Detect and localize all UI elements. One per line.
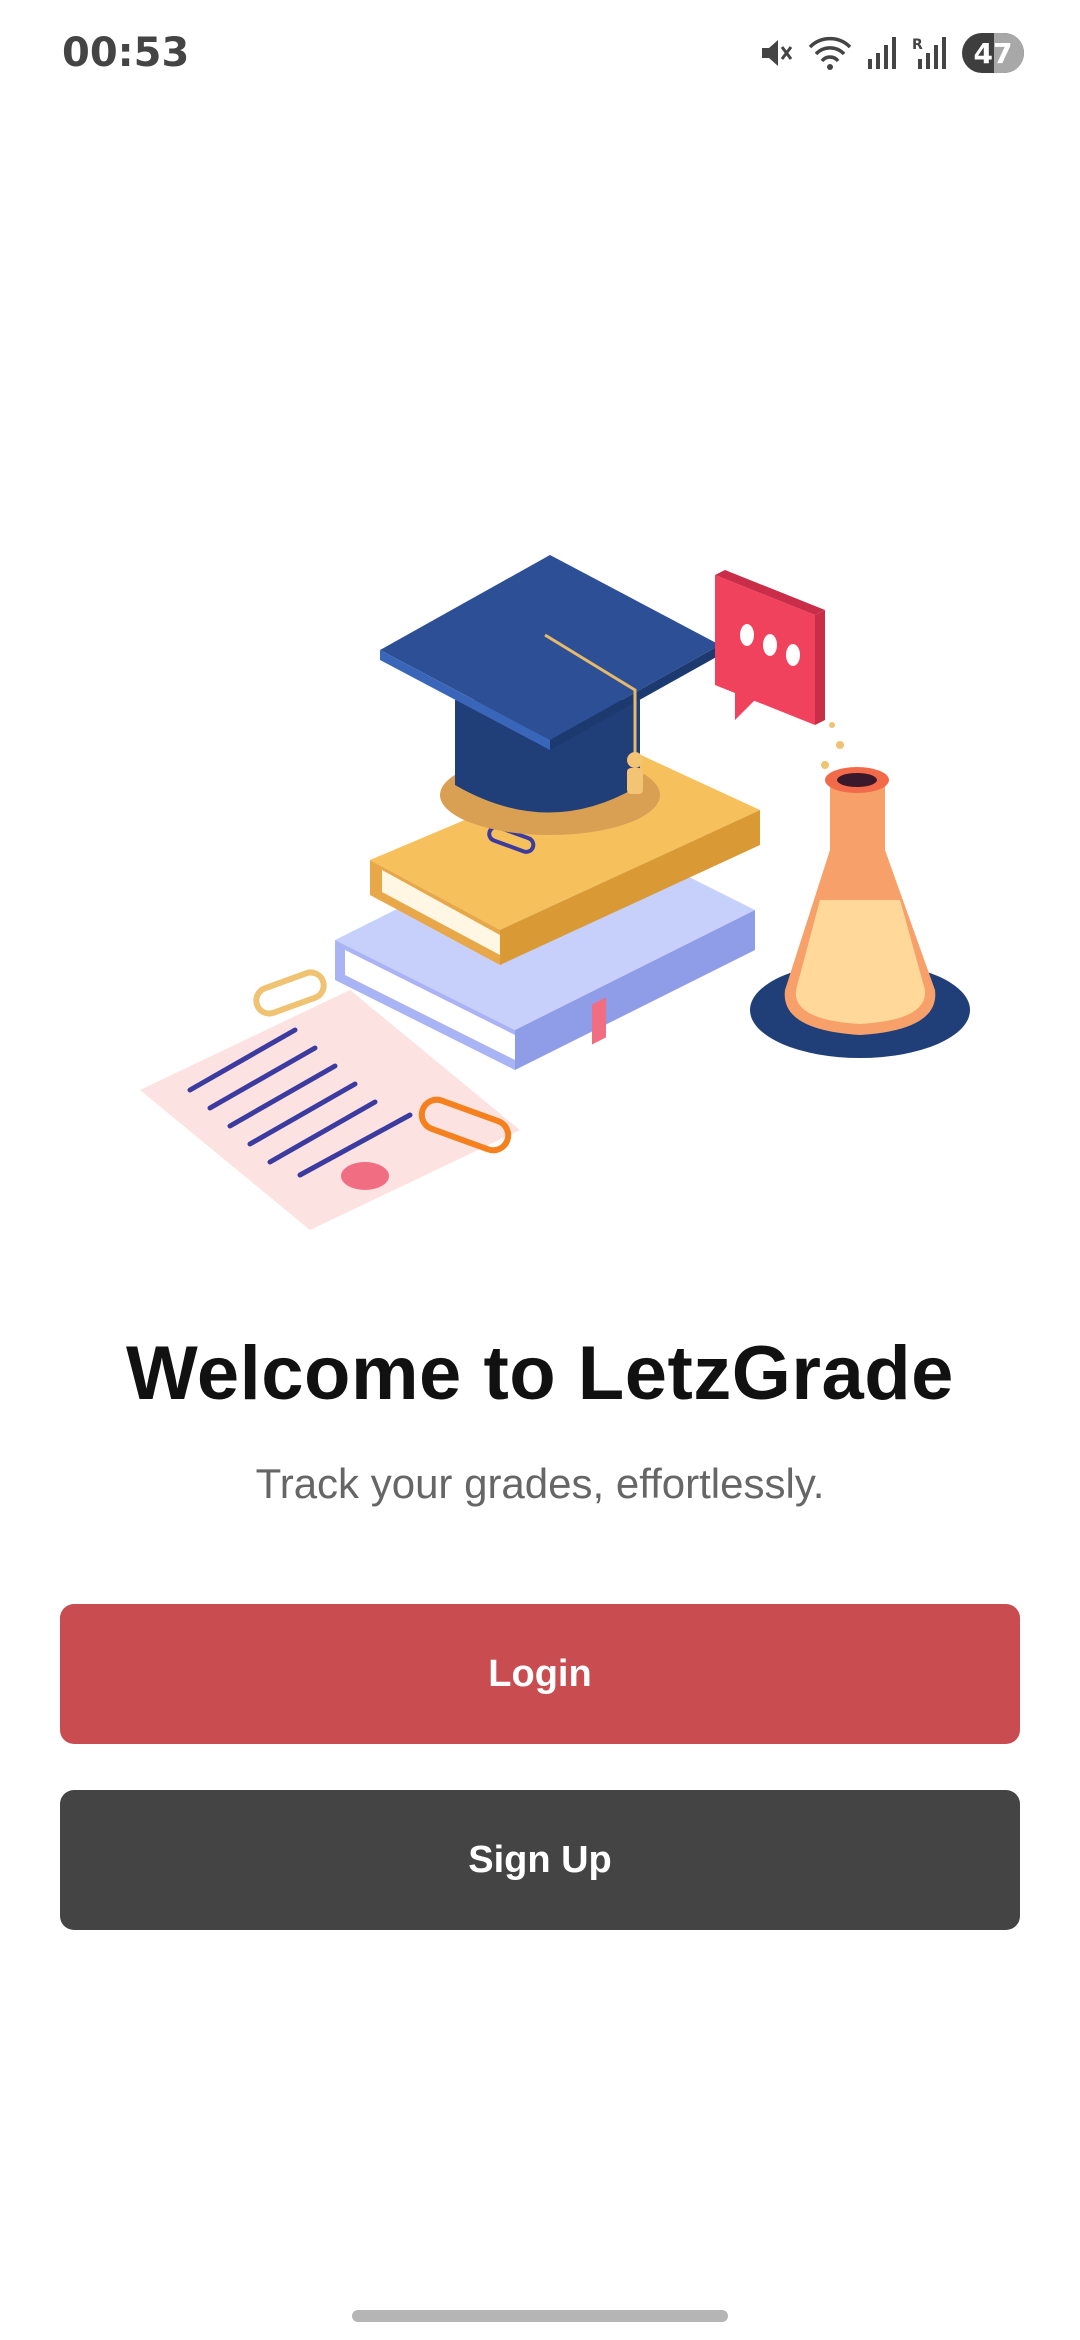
status-bar: 00:53 R 47 xyxy=(0,0,1080,110)
chat-bubble-icon xyxy=(715,570,825,725)
welcome-illustration xyxy=(140,555,970,1230)
status-time: 00:53 xyxy=(62,30,190,76)
mute-icon xyxy=(762,40,793,66)
status-icons: R 47 xyxy=(758,28,1024,78)
login-button[interactable]: Login xyxy=(60,1604,1020,1744)
home-indicator[interactable] xyxy=(352,2310,728,2322)
signup-button[interactable]: Sign Up xyxy=(60,1790,1020,1930)
welcome-title: Welcome to LetzGrade xyxy=(126,1331,954,1416)
wifi-icon xyxy=(808,36,852,70)
welcome-subtitle: Track your grades, effortlessly. xyxy=(255,1460,825,1507)
svg-text:R: R xyxy=(912,37,923,53)
signal-icon xyxy=(868,37,896,69)
battery-level: 47 xyxy=(973,36,1013,70)
battery-icon: 47 xyxy=(962,33,1024,73)
signal-r-icon: R xyxy=(912,37,946,69)
flask-icon xyxy=(750,722,970,1058)
